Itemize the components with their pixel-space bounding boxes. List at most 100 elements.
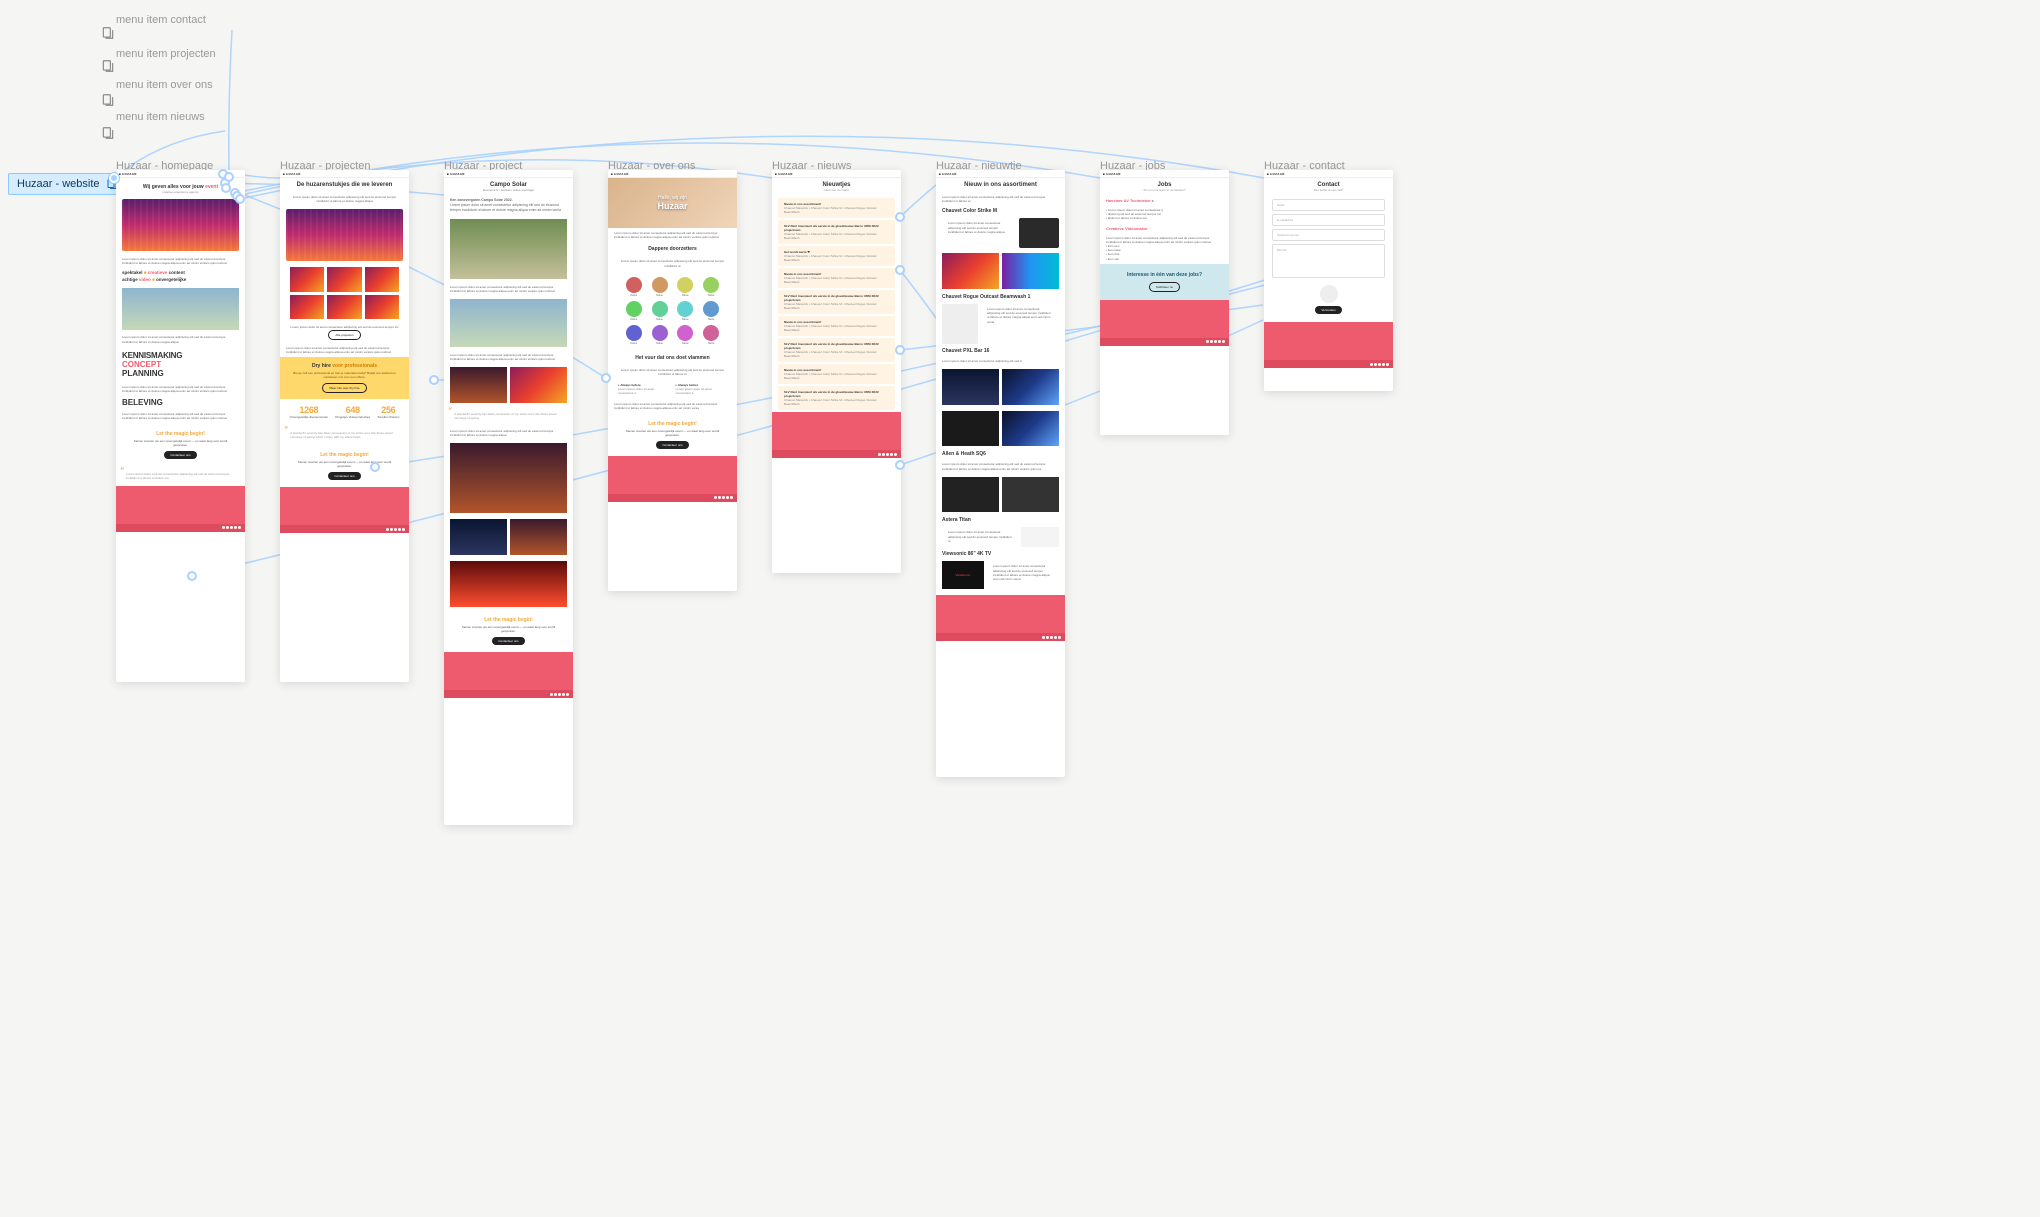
flow-connection (229, 30, 232, 177)
menu-item-label: menu item contact (116, 14, 206, 26)
cta-button[interactable]: Contacteer ons (656, 441, 688, 449)
connection-node[interactable] (895, 265, 905, 275)
root-label: Huzaar - website (17, 178, 100, 190)
team-member[interactable]: Name (624, 277, 644, 297)
news-item[interactable]: SLV Rent investeert als eerste in de glo… (778, 338, 895, 362)
form-field[interactable]: Bericht (1272, 244, 1385, 278)
site-footer (1264, 322, 1393, 360)
form-field[interactable]: E-mailadres (1272, 214, 1385, 226)
project-thumb[interactable] (327, 295, 361, 320)
form-field[interactable]: Naam (1272, 199, 1385, 211)
dry-hire-button[interactable]: Meer info over dry hire (322, 383, 366, 393)
project-thumb[interactable] (327, 267, 361, 292)
team-member[interactable]: Name (701, 301, 721, 321)
news-item[interactable]: Nieuw in ons assortiment!Chauvet Maveric… (778, 198, 895, 218)
footer-social (444, 690, 573, 698)
project-hero (450, 219, 567, 279)
news-item[interactable]: SLV Rent investeert als eerste in de glo… (778, 386, 895, 410)
site-footer (936, 595, 1065, 633)
news-item[interactable]: Nieuw in ons assortiment!Chauvet Maveric… (778, 268, 895, 288)
more-projects-button[interactable]: Alle projecten (328, 330, 360, 340)
team-member[interactable]: Name (676, 301, 696, 321)
team-member[interactable]: Name (624, 301, 644, 321)
cta-button[interactable]: Contacteer ons (492, 637, 524, 645)
team-member[interactable]: Name (650, 325, 670, 345)
about-hero: Hallo, wij zijnHuzaar (608, 178, 737, 228)
news-item[interactable]: Nieuw in ons assortiment!Chauvet Maveric… (778, 316, 895, 336)
team-member[interactable]: Name (701, 277, 721, 297)
cta-button[interactable]: Contacteer ons (328, 472, 360, 480)
connection-node[interactable] (370, 462, 380, 472)
menu-item-icon[interactable] (101, 93, 115, 107)
connection-node[interactable] (601, 373, 611, 383)
site-footer (772, 412, 901, 450)
connection-node[interactable] (429, 375, 439, 385)
menu-item-icon[interactable] (101, 126, 115, 140)
cta-box: Let the magic begin!Samen creëren we een… (116, 424, 245, 466)
site-header (1100, 170, 1229, 178)
card-overons[interactable]: Hallo, wij zijnHuzaar Lorem ipsum dolor … (608, 170, 737, 591)
apply-button[interactable]: Solliciteer nu (1149, 282, 1180, 292)
site-header (1264, 170, 1393, 178)
hero-image (122, 199, 239, 251)
site-footer (116, 486, 245, 524)
connection-node[interactable] (187, 571, 197, 581)
news-item[interactable]: Het wordt warm ❤Chauvet Maverick • Chauv… (778, 246, 895, 266)
connection-node[interactable] (895, 460, 905, 470)
connection-node[interactable] (895, 212, 905, 222)
project-thumb[interactable] (290, 295, 324, 320)
card-nieuws[interactable]: Nieuwtjes Heet van de naald Nieuw in ons… (772, 170, 901, 573)
team-member[interactable]: Name (676, 325, 696, 345)
team-member[interactable]: Name (650, 301, 670, 321)
footer-social (1100, 338, 1229, 346)
site-footer (608, 456, 737, 494)
menu-item-label: menu item projecten (116, 48, 216, 60)
card-homepage[interactable]: Wij geven alles voor jouw eventcreative … (116, 170, 245, 682)
captcha-icon (1320, 285, 1338, 303)
card-project[interactable]: Campo Solar Evenement • festival • video… (444, 170, 573, 825)
jobs-cta-band: Interesse in één van deze jobs?Sollicite… (1100, 264, 1229, 300)
team-member[interactable]: Name (624, 325, 644, 345)
product-image (1019, 218, 1059, 248)
cta-button[interactable]: Contacteer ons (164, 451, 196, 459)
team-member[interactable]: Name (701, 325, 721, 345)
site-footer (280, 487, 409, 525)
site-header (280, 170, 409, 178)
news-item[interactable]: SLV Rent investeert als eerste in de glo… (778, 290, 895, 314)
connection-node[interactable] (895, 345, 905, 355)
project-thumb[interactable] (290, 267, 324, 292)
project-image-3 (450, 443, 567, 513)
team-member[interactable]: Name (650, 277, 670, 297)
form-field[interactable]: Telefoonnummer (1272, 229, 1385, 241)
site-header (772, 170, 901, 178)
news-item[interactable]: Nieuw in ons assortiment!Chauvet Maveric… (778, 364, 895, 384)
project-thumb[interactable] (365, 267, 399, 292)
submit-button[interactable]: Verzenden (1315, 306, 1341, 314)
connection-node[interactable] (235, 194, 245, 204)
footer-social (280, 525, 409, 533)
connection-node[interactable] (224, 172, 234, 182)
footer-social (116, 524, 245, 532)
team-member[interactable]: Name (676, 277, 696, 297)
dry-hire-band: Dry hire voor professionalsBen je zelf e… (280, 357, 409, 399)
card-jobs[interactable]: Jobs Zin om ons team te versterken? Have… (1100, 170, 1229, 435)
connection-node[interactable] (109, 173, 119, 183)
card-contact[interactable]: Contact Een koffie of een call? NaamE-ma… (1264, 170, 1393, 391)
footer-social (608, 494, 737, 502)
hero-image (286, 209, 403, 261)
site-footer (1100, 300, 1229, 338)
news-item[interactable]: SLV Rent investeert als eerste in de glo… (778, 220, 895, 244)
footer-social (772, 450, 901, 458)
footer-social (936, 633, 1065, 641)
card-nieuwtje[interactable]: Nieuw in ons assortiment Lorem ipsum dol… (936, 170, 1065, 777)
menu-item-icon[interactable] (101, 59, 115, 73)
footer-social (1264, 360, 1393, 368)
site-header (444, 170, 573, 178)
project-image-2 (450, 299, 567, 347)
site-header (608, 170, 737, 178)
card-projecten[interactable]: De huzarenstukjes die we leveren Lorem i… (280, 170, 409, 682)
menu-item-icon[interactable] (101, 26, 115, 40)
site-header (936, 170, 1065, 178)
project-thumb[interactable] (365, 295, 399, 320)
feature-image (122, 288, 239, 330)
